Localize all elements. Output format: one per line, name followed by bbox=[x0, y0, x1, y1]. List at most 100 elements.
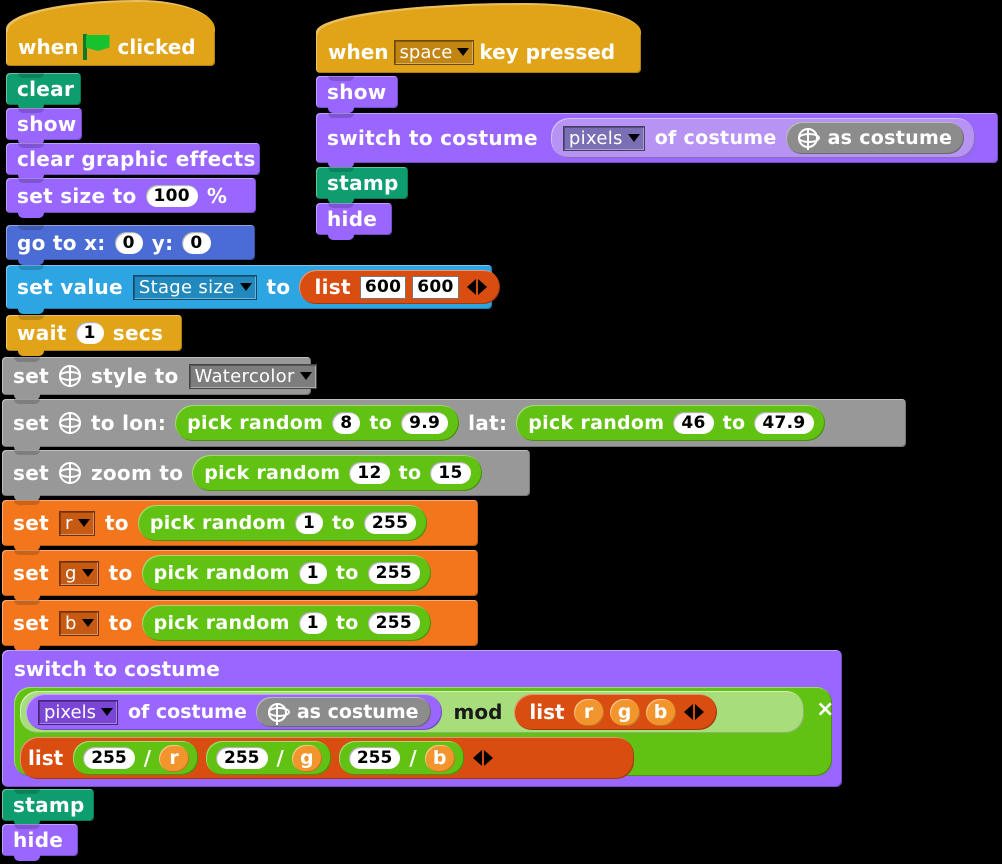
block-clear[interactable]: clear bbox=[6, 73, 81, 110]
lat-from-input[interactable]: 46 bbox=[673, 412, 714, 434]
to-label: to bbox=[108, 561, 133, 585]
numerator-r[interactable]: 255 bbox=[83, 747, 135, 769]
division-reporter-b[interactable]: 255 / b bbox=[338, 741, 464, 775]
pick-random-lon-reporter[interactable]: pick random 8 to 9.9 bbox=[175, 405, 460, 441]
to-label: to bbox=[335, 562, 359, 584]
globe-icon bbox=[267, 702, 287, 722]
lat-to-input[interactable]: 47.9 bbox=[754, 412, 814, 434]
denominator-b[interactable]: b bbox=[424, 744, 455, 772]
to-label: to bbox=[108, 611, 133, 635]
list-arrows-icon[interactable] bbox=[683, 704, 704, 720]
list-reporter-rgb[interactable]: list r g b bbox=[514, 694, 717, 730]
list-item-1[interactable]: 600 bbox=[359, 275, 407, 299]
list-label: list bbox=[28, 746, 64, 770]
block-set-r[interactable]: set r to pick random 1 to 255 bbox=[2, 500, 478, 551]
map-as-costume-reporter-2[interactable]: as costume bbox=[785, 122, 965, 154]
denominator-g[interactable]: g bbox=[291, 744, 322, 772]
pick-random-label: pick random bbox=[149, 512, 286, 534]
variable-r[interactable]: r bbox=[573, 698, 604, 726]
block-switch-to-costume-composite[interactable]: switch to costume pixels of costume as c… bbox=[2, 650, 842, 787]
key-dropdown[interactable]: space bbox=[393, 39, 475, 65]
pixels-dropdown[interactable]: pixels bbox=[38, 699, 118, 725]
wait-label: wait bbox=[17, 321, 67, 345]
pixels-dropdown-text: pixels bbox=[568, 127, 623, 149]
multiply-reporter[interactable]: pixels of costume as costume mod list r … bbox=[14, 687, 834, 779]
map-as-costume-reporter[interactable]: as costume bbox=[255, 697, 431, 727]
pick-random-g-reporter[interactable]: pick random 1 to 255 bbox=[141, 555, 431, 591]
wait-input[interactable]: 1 bbox=[75, 322, 104, 344]
list-item-2[interactable]: 600 bbox=[412, 275, 459, 299]
block-script-canvas: when clicked clear show clear graphic ef… bbox=[0, 0, 1002, 864]
clear-label: clear bbox=[17, 77, 75, 101]
hat-block-when-key-pressed[interactable]: when space key pressed bbox=[316, 3, 641, 73]
set-label: set bbox=[13, 561, 49, 585]
list-arrows-icon[interactable] bbox=[472, 750, 493, 766]
block-set-map-style[interactable]: set style to Watercolor bbox=[2, 357, 317, 400]
g-to-input[interactable]: 255 bbox=[367, 562, 420, 584]
pixels-of-costume-reporter-2[interactable]: pixels of costume as costume bbox=[550, 118, 976, 158]
go-to-x-input[interactable]: 0 bbox=[114, 231, 143, 254]
globe-icon bbox=[58, 365, 81, 387]
block-stamp-2[interactable]: stamp bbox=[316, 167, 408, 204]
block-set-map-lon-lat[interactable]: set to lon: pick random 8 to 9.9 lat: pi… bbox=[2, 399, 906, 452]
block-set-size[interactable]: set size to 100 % bbox=[6, 178, 256, 218]
when-label: when bbox=[328, 40, 389, 64]
block-set-map-zoom[interactable]: set zoom to pick random 12 to 15 bbox=[2, 450, 530, 501]
pixels-dropdown-2[interactable]: pixels bbox=[562, 125, 645, 151]
list-reporter-stage-size[interactable]: list 600 600 bbox=[299, 270, 500, 304]
r-to-input[interactable]: 255 bbox=[363, 512, 417, 534]
hat-block-when-flag-clicked[interactable]: when clicked bbox=[6, 0, 215, 66]
zoom-to-input[interactable]: 15 bbox=[430, 462, 471, 484]
block-set-b[interactable]: set b to pick random 1 to 255 bbox=[2, 600, 478, 651]
pick-random-r-reporter[interactable]: pick random 1 to 255 bbox=[137, 505, 428, 541]
block-set-g[interactable]: set g to pick random 1 to 255 bbox=[2, 550, 478, 601]
set-value-dropdown[interactable]: Stage size bbox=[132, 274, 257, 300]
denominator-r[interactable]: r bbox=[159, 744, 189, 772]
block-clear-graphic-effects[interactable]: clear graphic effects bbox=[6, 143, 260, 180]
variable-g[interactable]: g bbox=[609, 698, 640, 726]
zoom-from-input[interactable]: 12 bbox=[349, 462, 390, 484]
division-reporter-g[interactable]: 255 / g bbox=[206, 741, 331, 775]
lon-from-input[interactable]: 8 bbox=[332, 412, 361, 434]
r-from-input[interactable]: 1 bbox=[294, 512, 324, 534]
pick-random-lat-reporter[interactable]: pick random 46 to 47.9 bbox=[516, 405, 825, 441]
block-wait-secs[interactable]: wait 1 secs bbox=[6, 315, 182, 356]
variable-dropdown-r[interactable]: r bbox=[58, 510, 95, 536]
block-show[interactable]: show bbox=[6, 108, 82, 145]
list-arrows-icon[interactable] bbox=[466, 279, 487, 295]
go-to-y-label: y: bbox=[151, 230, 174, 255]
pick-random-b-reporter[interactable]: pick random 1 to 255 bbox=[141, 605, 431, 641]
list-label: list bbox=[314, 275, 351, 299]
block-show-2[interactable]: show bbox=[316, 76, 398, 113]
b-from-input[interactable]: 1 bbox=[298, 612, 327, 634]
pixels-of-costume-reporter[interactable]: pixels of costume as costume bbox=[26, 694, 442, 730]
secs-label: secs bbox=[112, 321, 164, 345]
variable-dropdown-g[interactable]: g bbox=[58, 560, 99, 586]
g-from-input[interactable]: 1 bbox=[298, 562, 327, 584]
block-go-to-xy[interactable]: go to x: 0 y: 0 bbox=[6, 225, 255, 265]
b-to-input[interactable]: 255 bbox=[367, 612, 420, 634]
go-to-y-input[interactable]: 0 bbox=[182, 231, 211, 254]
block-switch-to-costume-2[interactable]: switch to costume pixels of costume as c… bbox=[316, 113, 998, 168]
list-reporter-divisions[interactable]: list 255 / r 255 / g 255 / b bbox=[20, 737, 634, 779]
numerator-g[interactable]: 255 bbox=[216, 747, 268, 769]
block-set-value[interactable]: set value Stage size to list 600 600 bbox=[6, 265, 500, 314]
numerator-b[interactable]: 255 bbox=[348, 747, 401, 769]
as-costume-label: as costume bbox=[296, 701, 419, 723]
block-hide-2[interactable]: hide bbox=[316, 203, 392, 240]
block-stamp-1[interactable]: stamp bbox=[2, 789, 94, 826]
block-hide-1[interactable]: hide bbox=[2, 824, 78, 861]
lon-to-input[interactable]: 9.9 bbox=[401, 412, 449, 434]
pixels-dropdown-text: pixels bbox=[44, 701, 96, 723]
pick-random-zoom-reporter[interactable]: pick random 12 to 15 bbox=[192, 455, 482, 491]
mod-reporter[interactable]: pixels of costume as costume mod list r … bbox=[20, 691, 804, 733]
set-size-input[interactable]: 100 bbox=[145, 184, 198, 207]
key-dropdown-text: space bbox=[399, 41, 453, 63]
map-style-dropdown[interactable]: Watercolor bbox=[188, 363, 317, 389]
variable-b[interactable]: b bbox=[645, 698, 676, 726]
variable-dropdown-g-text: g bbox=[64, 562, 77, 584]
globe-icon bbox=[58, 462, 81, 484]
variable-dropdown-b[interactable]: b bbox=[58, 610, 99, 636]
set-label: set bbox=[13, 611, 49, 635]
division-reporter-r[interactable]: 255 / r bbox=[73, 741, 198, 775]
